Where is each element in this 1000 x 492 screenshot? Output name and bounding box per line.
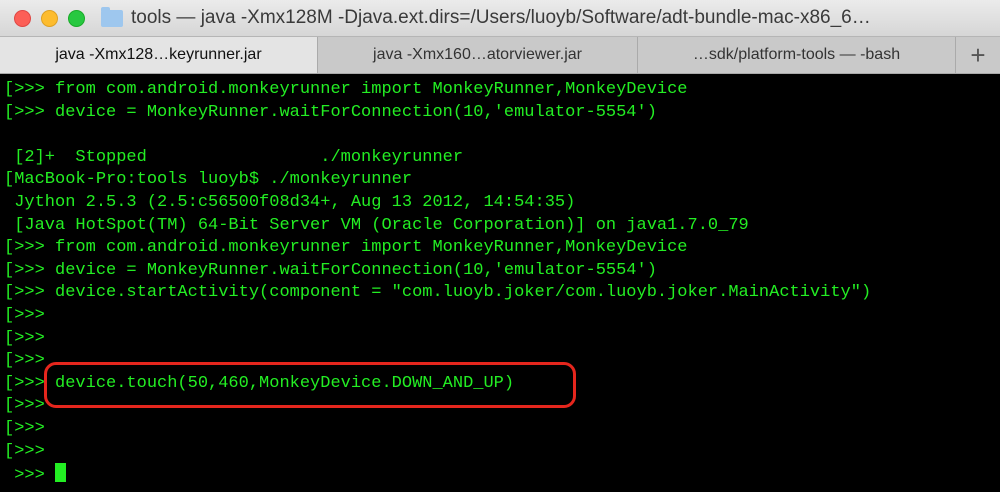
terminal-line: [>>> from com.android.monkeyrunner impor…	[4, 238, 688, 258]
folder-icon	[101, 6, 123, 27]
terminal-line: Jython 2.5.3 (2.5:c56500f08d34+, Aug 13 …	[4, 192, 576, 212]
tab-platform-tools-bash[interactable]: …sdk/platform-tools — -bash	[638, 37, 956, 73]
text-cursor	[55, 463, 67, 483]
terminal-line: [MacBook-Pro:tools luoyb$ ./monkeyrunner	[4, 170, 413, 190]
terminal-line: [2]+ Stopped ./monkeyrunner	[4, 147, 464, 167]
zoom-button[interactable]	[68, 9, 85, 27]
terminal-line: [>>>	[4, 328, 45, 348]
terminal-output[interactable]: [>>> from com.android.monkeyrunner impor…	[0, 76, 1000, 492]
terminal-line: [>>> device = MonkeyRunner.waitForConnec…	[4, 102, 657, 122]
window-controls	[14, 9, 95, 27]
title-bar[interactable]: tools — java -Xmx128M -Djava.ext.dirs=/U…	[0, 0, 1000, 36]
scrollbar[interactable]	[992, 76, 1000, 492]
terminal-prompt-line: >>>	[4, 463, 1000, 486]
terminal-line: [>>> device.startActivity(component = "c…	[4, 283, 872, 303]
tab-bar: java -Xmx128…keyrunner.jar java -Xmx160……	[0, 36, 1000, 74]
new-tab-button[interactable]: +	[956, 37, 1000, 73]
window-title: tools — java -Xmx128M -Djava.ext.dirs=/U…	[131, 7, 871, 28]
tab-monkeyrunner[interactable]: java -Xmx128…keyrunner.jar	[0, 37, 318, 73]
terminal-line: [>>> device = MonkeyRunner.waitForConnec…	[4, 260, 657, 280]
minimize-button[interactable]	[41, 9, 58, 27]
tab-hierarchyviewer[interactable]: java -Xmx160…atorviewer.jar	[318, 37, 638, 73]
terminal-prompt: >>>	[4, 466, 56, 486]
terminal-line: [>>> from com.android.monkeyrunner impor…	[4, 80, 688, 99]
terminal-line: [>>>	[4, 441, 45, 461]
terminal-line: [>>>	[4, 305, 45, 325]
highlight-annotation	[44, 362, 576, 408]
terminal-window: tools — java -Xmx128M -Djava.ext.dirs=/U…	[0, 0, 1000, 492]
terminal-line: [Java HotSpot(TM) 64-Bit Server VM (Orac…	[4, 215, 749, 235]
terminal-line: [>>>	[4, 418, 45, 438]
close-button[interactable]	[14, 9, 31, 27]
